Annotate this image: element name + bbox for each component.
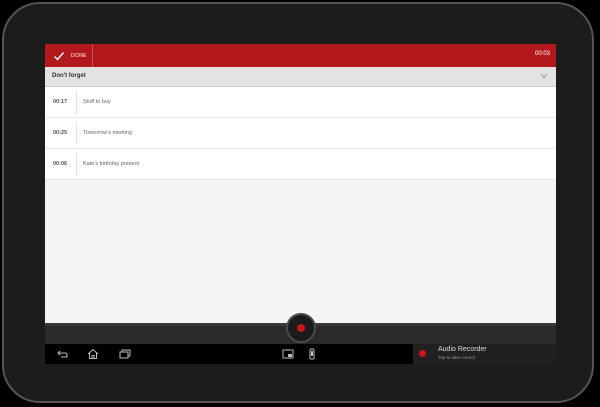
recording-timer: 00:03: [534, 51, 550, 57]
home-icon[interactable]: [86, 347, 100, 361]
notes-list: 00:17 Stuff to buy 00:25 Tomorrow's meet…: [45, 87, 556, 180]
screenshot-icon[interactable]: [281, 347, 295, 361]
notification-title: Audio Recorder: [438, 346, 487, 353]
recording-notification[interactable]: Audio Recorder Tap to take control: [413, 344, 556, 364]
chevron-down-icon: [540, 73, 548, 79]
list-item[interactable]: 00:25 Tomorrow's meeting: [45, 118, 556, 149]
action-bar: DONE 00:03: [45, 44, 556, 67]
section-header[interactable]: Don't forget: [45, 67, 556, 87]
row-divider: [76, 91, 77, 114]
list-item[interactable]: 00:17 Stuff to buy: [45, 87, 556, 118]
back-icon[interactable]: [56, 347, 70, 361]
section-title: Don't forget: [52, 73, 86, 79]
row-divider: [76, 122, 77, 145]
notification-subtitle: Tap to take control: [438, 355, 475, 360]
phone-icon[interactable]: [305, 347, 319, 361]
record-icon: [297, 324, 305, 332]
recent-apps-icon[interactable]: [118, 347, 132, 361]
record-button[interactable]: [286, 313, 316, 343]
note-duration: 00:17: [53, 99, 68, 105]
list-item[interactable]: 00:06 Kate's birthday present: [45, 149, 556, 180]
note-duration: 00:06: [53, 161, 68, 167]
note-duration: 00:25: [53, 130, 68, 136]
done-label: DONE: [71, 52, 87, 59]
record-icon: [419, 350, 426, 357]
note-title: Tomorrow's meeting: [83, 130, 133, 136]
note-title: Stuff to buy: [83, 99, 111, 105]
check-icon: [54, 51, 65, 61]
device-frame: DONE 00:03 Don't forget 00:17 Stuff to b…: [0, 0, 600, 407]
note-title: Kate's birthday present: [83, 161, 140, 167]
row-divider: [76, 153, 77, 176]
record-button-wrap: [286, 313, 316, 343]
done-button[interactable]: DONE: [45, 44, 93, 67]
